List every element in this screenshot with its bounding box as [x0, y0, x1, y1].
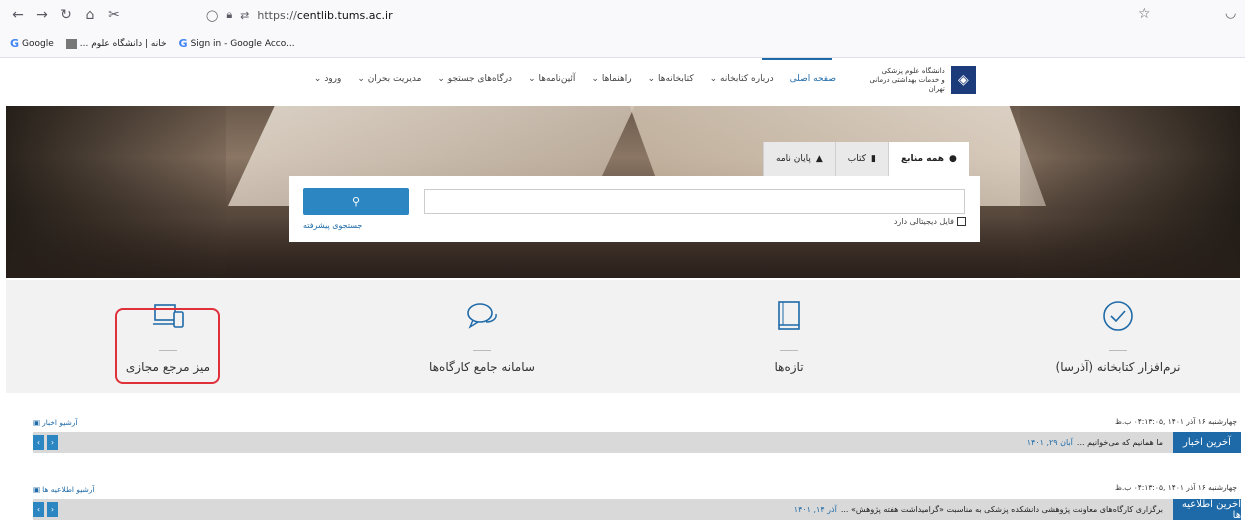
search-input[interactable] [424, 189, 965, 214]
logo-text: دانشگاه علوم پزشکی و خدمات بهداشتی درمان… [866, 66, 945, 94]
url-text: https://centlib.tums.ac.ir [257, 9, 392, 22]
highlight-box [115, 308, 220, 384]
chat-icon [464, 300, 500, 332]
digital-file-filter[interactable]: فایل دیجیتالی دارد [894, 217, 966, 226]
archive-icon: ▣ [33, 418, 41, 427]
bookmark-star-icon[interactable]: ☆ [1138, 6, 1151, 22]
digital-file-label: فایل دیجیتالی دارد [893, 217, 954, 226]
shield-icon: ◯ [206, 8, 219, 22]
home-icon[interactable]: ⌂ [80, 5, 100, 25]
feature-label: نرم‌افزار کتابخانه (آذرسا) [1055, 360, 1181, 374]
menu-libraries[interactable]: کتابخانه‌ها ⌄ [648, 74, 694, 92]
google-icon: G [10, 37, 20, 50]
menu-search-portals[interactable]: درگاه‌های جستجو ⌄ [437, 74, 512, 92]
main-menu: صفحه اصلی درباره کتابخانه ⌄ کتابخانه‌ها … [288, 74, 836, 92]
feature-label: تازه‌ها [774, 360, 804, 374]
bookmark-google[interactable]: G Google [10, 37, 54, 50]
globe-icon: ● [948, 154, 957, 164]
search-panel: ⚲ جستجوی پیشرفته فایل دیجیتالی دارد [289, 176, 980, 242]
active-menu-indicator [762, 58, 832, 60]
menu-login[interactable]: ورود ⌄ [314, 74, 341, 92]
archive-label: آرشیو اخبار [42, 418, 78, 427]
feature-divider [1109, 350, 1127, 351]
tab-label: کتاب [847, 154, 866, 164]
bookmark-google-signin[interactable]: G Sign in - Google Acco... [179, 37, 295, 50]
news-ticker-controls: ‹ › [33, 435, 58, 450]
bookmark-label: Sign in - Google Acco... [190, 38, 295, 49]
url-host: centlib.tums.ac.ir [296, 8, 393, 22]
tab-label: همه منابع [900, 154, 944, 164]
google-icon: G [178, 37, 188, 50]
prev-arrow-icon[interactable]: ‹ [33, 502, 44, 517]
announcement-item-text: برگزاری کارگاه‌های معاونت پژوهشی دانشکده… [840, 505, 1163, 514]
feature-divider [473, 350, 491, 351]
announcements-date: چهارشنبه ۱۶ آذر ۱۴۰۱ ,۰۴:۱۳:۰۵ ب.ظ [1114, 483, 1237, 492]
menu-guides[interactable]: راهنماها ⌄ [591, 74, 631, 92]
university-logo[interactable]: ◈ دانشگاه علوم پزشکی و خدمات بهداشتی درم… [866, 63, 976, 97]
url-bar[interactable]: ◯ 🔒︎ ⇄ https://centlib.tums.ac.ir [206, 4, 1236, 26]
feature-new-arrivals[interactable]: تازه‌ها [689, 300, 889, 384]
announcements-ticker-controls: ‹ › [33, 502, 58, 517]
logo-line-1: دانشگاه علوم پزشکی [881, 66, 945, 75]
lock-icon: 🔒︎ [226, 8, 233, 21]
announcement-item-date: آذر ۱۴, ۱۴۰۱ [793, 505, 837, 514]
announcement-item[interactable]: برگزاری کارگاه‌های معاونت پژوهشی دانشکده… [794, 499, 1163, 520]
site-icon [65, 38, 77, 49]
forward-icon[interactable]: → [32, 5, 52, 25]
pocket-icon[interactable]: ◡ [1225, 6, 1236, 21]
feature-divider [780, 350, 798, 351]
announcements-ticker-label: آخرین اطلاعیه ها [1173, 499, 1241, 521]
news-item-text: ما همانیم که می‌خوانیم ... [1076, 438, 1163, 447]
news-archive-link[interactable]: ▣ آرشیو اخبار [33, 418, 78, 427]
check-circle-icon [1101, 300, 1135, 332]
feature-azarsa[interactable]: نرم‌افزار کتابخانه (آذرسا) [1018, 300, 1218, 384]
menu-home[interactable]: صفحه اصلی [790, 74, 836, 92]
news-ticker-label: آخرین اخبار [1173, 432, 1241, 453]
graduation-cap-icon: ▲ [815, 154, 823, 164]
feature-workshops[interactable]: سامانه جامع کارگاه‌ها [382, 300, 582, 384]
advanced-search-link[interactable]: جستجوی پیشرفته [303, 221, 362, 230]
search-tabs: ● همه منابع ▮ کتاب ▲ پایان نامه [763, 142, 969, 176]
screenshot-icon[interactable]: ✂ [104, 5, 124, 25]
back-icon[interactable]: ← [8, 5, 28, 25]
bookmark-university[interactable]: خانه | دانشگاه علوم ... [65, 38, 167, 49]
book-icon: ▮ [871, 154, 876, 164]
menu-about[interactable]: درباره کتابخانه ⌄ [710, 74, 774, 92]
search-icon: ⚲ [351, 195, 361, 208]
bookmark-label: خانه | دانشگاه علوم ... [79, 38, 167, 49]
bookmarks-bar: G Google خانه | دانشگاه علوم ... G Sign in… [0, 30, 1245, 58]
tab-theses[interactable]: ▲ پایان نامه [763, 142, 835, 176]
tab-books[interactable]: ▮ کتاب [834, 142, 888, 176]
url-prefix: https:// [257, 8, 297, 22]
archive-label: آرشیو اطلاعیه ها [42, 485, 95, 494]
prev-arrow-icon[interactable]: ‹ [33, 435, 44, 450]
next-arrow-icon[interactable]: › [47, 435, 58, 450]
announcements-ticker: آخرین اطلاعیه ها برگزاری کارگاه‌های معاو… [33, 499, 1241, 521]
reload-icon[interactable]: ↻ [56, 5, 76, 25]
news-item[interactable]: ما همانیم که می‌خوانیم ... آبان ۲۹, ۱۴۰۱ [1027, 432, 1163, 453]
announcements-archive-link[interactable]: ▣ آرشیو اطلاعیه ها [33, 485, 95, 494]
tab-label: پایان نامه [776, 154, 811, 164]
logo-line-2: و خدمات بهداشتی درمانی تهران [869, 75, 945, 93]
menu-regulations[interactable]: آئین‌نامه‌ها ⌄ [528, 74, 575, 92]
news-ticker: آخرین اخبار ما همانیم که می‌خوانیم ... آب… [33, 432, 1241, 453]
news-item-date: آبان ۲۹, ۱۴۰۱ [1026, 438, 1073, 447]
digital-file-checkbox[interactable] [957, 217, 966, 226]
book-icon [774, 300, 804, 332]
feature-label: سامانه جامع کارگاه‌ها [429, 360, 535, 374]
permissions-icon: ⇄ [240, 8, 250, 22]
tab-all-resources[interactable]: ● همه منابع [887, 142, 969, 176]
search-button[interactable]: ⚲ [303, 188, 409, 215]
browser-toolbar: ← → ↻ ⌂ ✂ ◯ 🔒︎ ⇄ https://centlib.tums.ac… [0, 0, 1245, 30]
nav-buttons: ← → ↻ ⌂ ✂ [8, 5, 124, 25]
news-date: چهارشنبه ۱۶ آذر ۱۴۰۱ ,۰۴:۱۳:۰۵ ب.ظ [1114, 417, 1237, 426]
archive-icon: ▣ [33, 485, 41, 494]
menu-crisis-management[interactable]: مدیریت بحران ⌄ [357, 74, 421, 92]
logo-emblem-icon: ◈ [950, 66, 976, 94]
next-arrow-icon[interactable]: › [47, 502, 58, 517]
bookmark-label: Google [22, 38, 54, 49]
